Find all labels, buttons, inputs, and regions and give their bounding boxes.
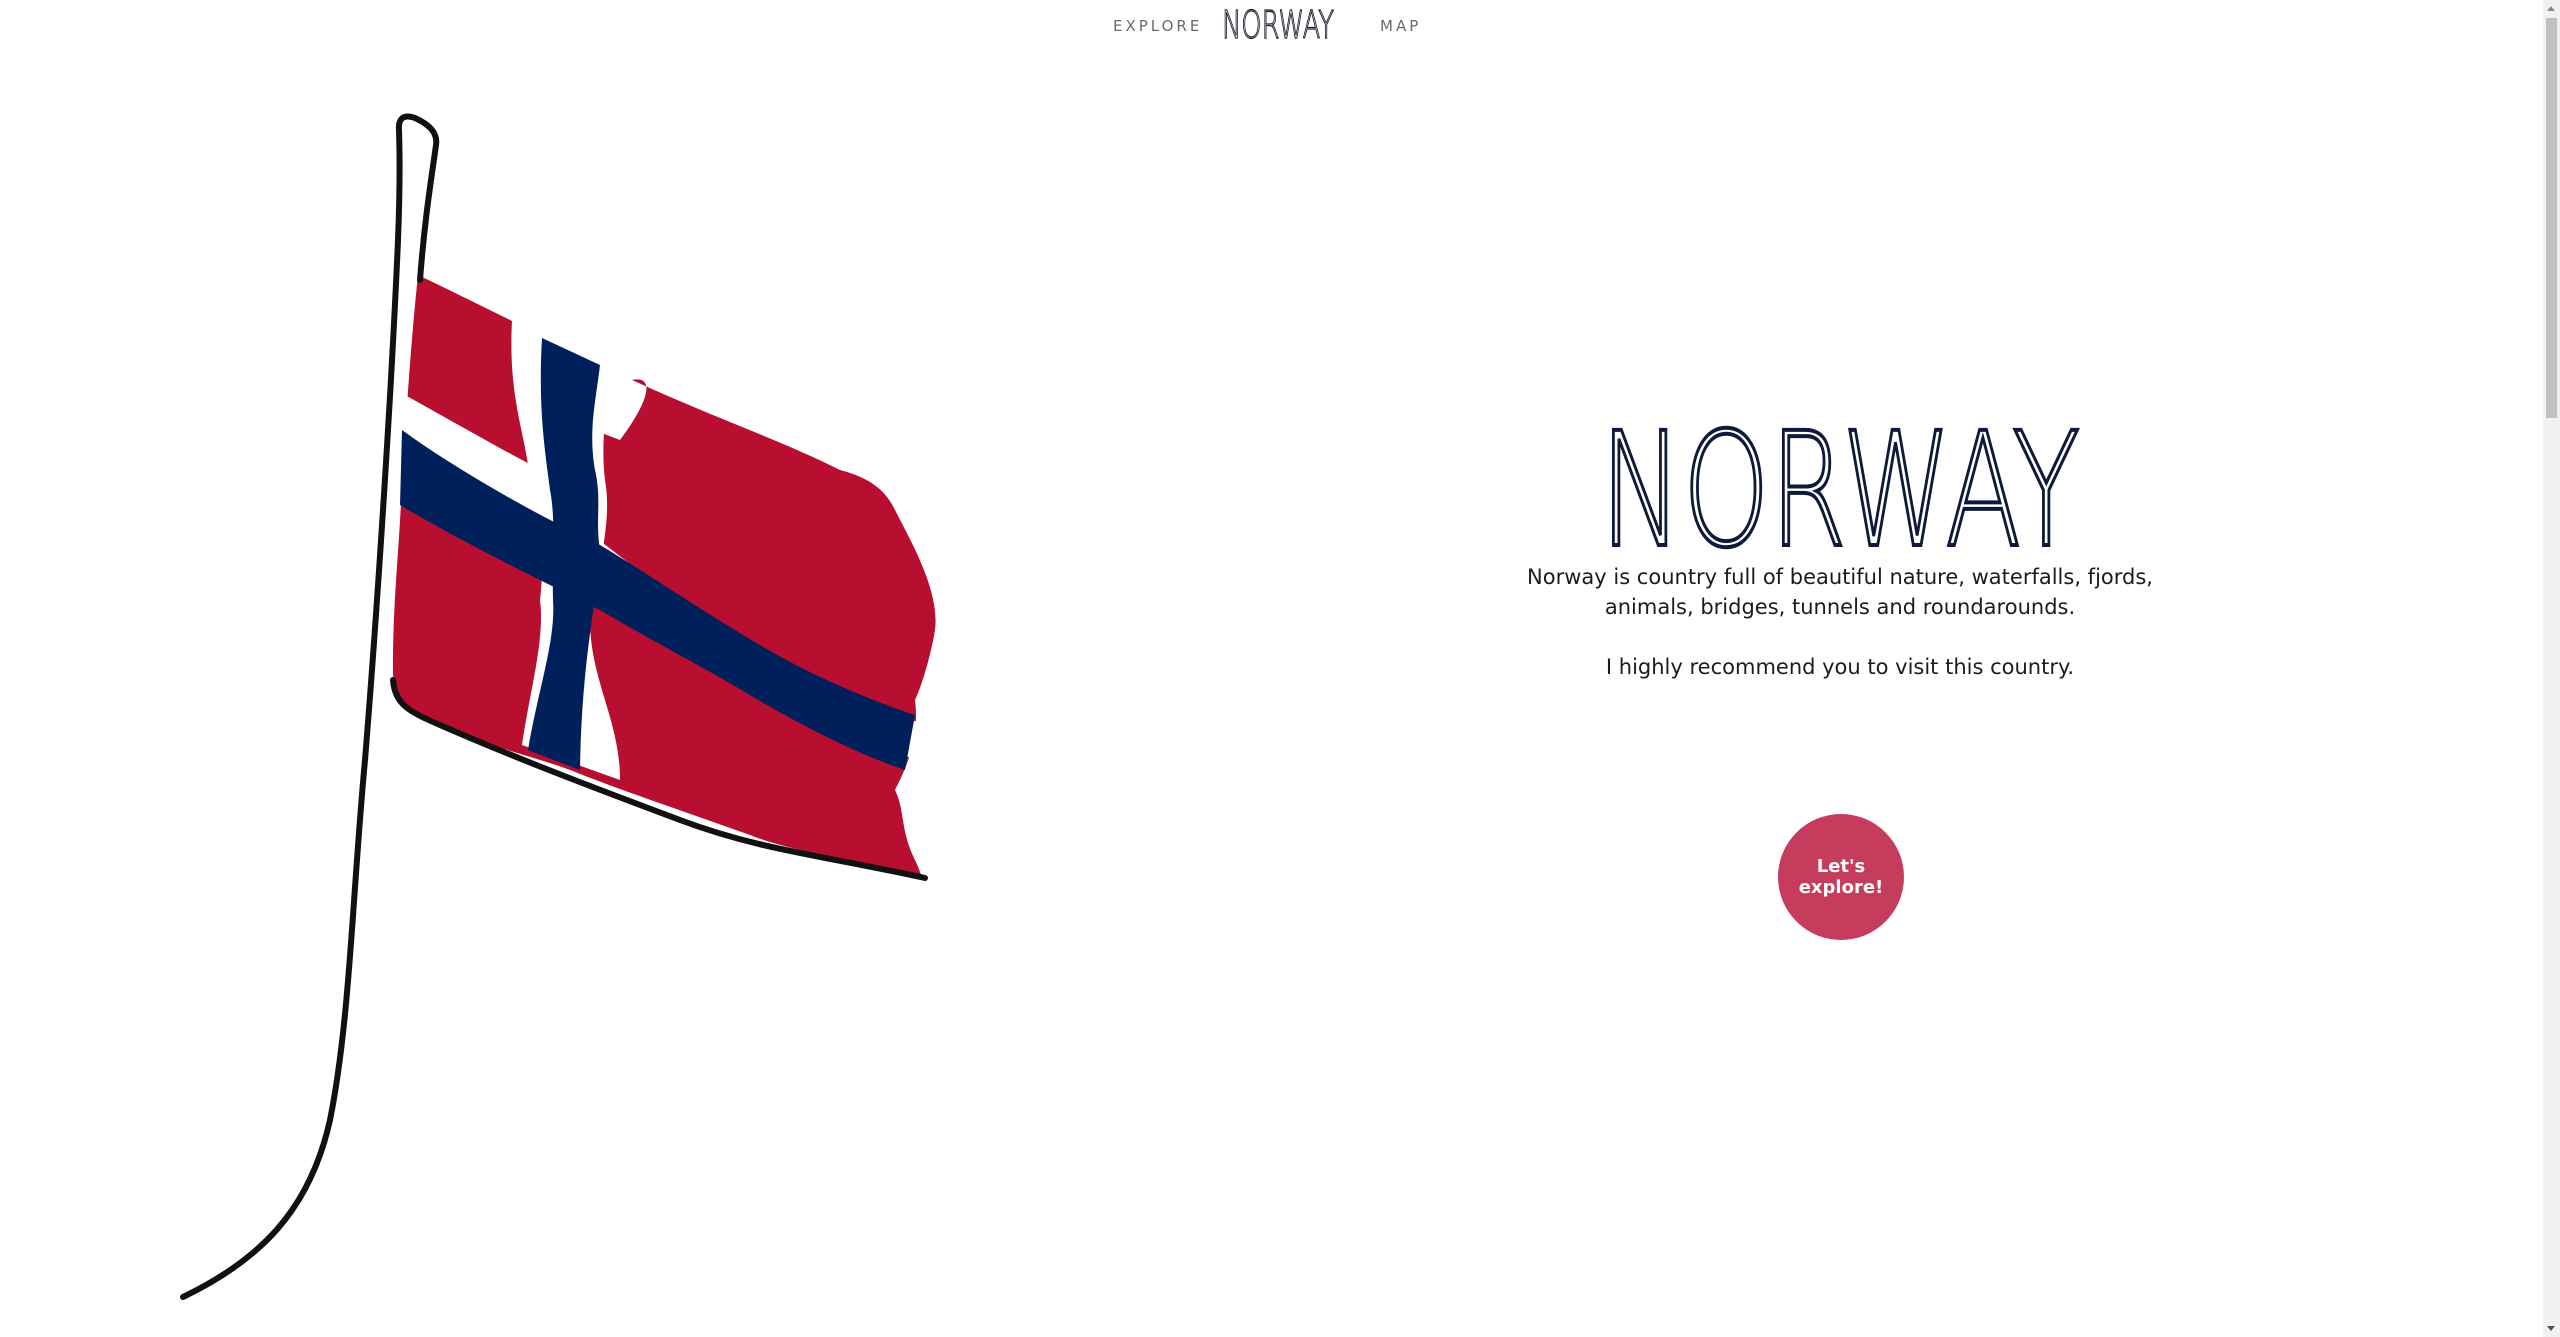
page: EXPLORE NORWAY MAP NORWAY Norway is coun… xyxy=(0,0,2560,1337)
flag-cloth-red xyxy=(392,275,936,880)
hero-section: NORWAY Norway is country full of beautif… xyxy=(1500,400,2180,682)
norway-flag-illustration xyxy=(180,113,936,1300)
scroll-up-arrow-icon[interactable] xyxy=(2547,6,2555,11)
scroll-down-arrow-icon[interactable] xyxy=(2547,1326,2555,1331)
nav-map-link[interactable]: MAP xyxy=(1380,17,1421,35)
nav-logo[interactable]: NORWAY xyxy=(1218,2,1338,46)
nav-explore-link[interactable]: EXPLORE xyxy=(1113,17,1202,35)
hero-recommendation: I highly recommend you to visit this cou… xyxy=(1605,655,2075,679)
top-nav: EXPLORE NORWAY MAP xyxy=(0,0,2545,60)
hero-title-text: NORWAY xyxy=(1600,400,2080,560)
vertical-scrollbar[interactable] xyxy=(2543,0,2560,1337)
hero-description: Norway is country full of beautiful natu… xyxy=(1527,565,2153,619)
flag-pole xyxy=(180,113,440,1300)
nav-logo-text: NORWAY xyxy=(1222,3,1334,46)
scroll-thumb[interactable] xyxy=(2546,18,2557,418)
hero-title: NORWAY xyxy=(1598,400,2082,560)
lets-explore-button[interactable]: Let's explore! xyxy=(1778,814,1904,940)
